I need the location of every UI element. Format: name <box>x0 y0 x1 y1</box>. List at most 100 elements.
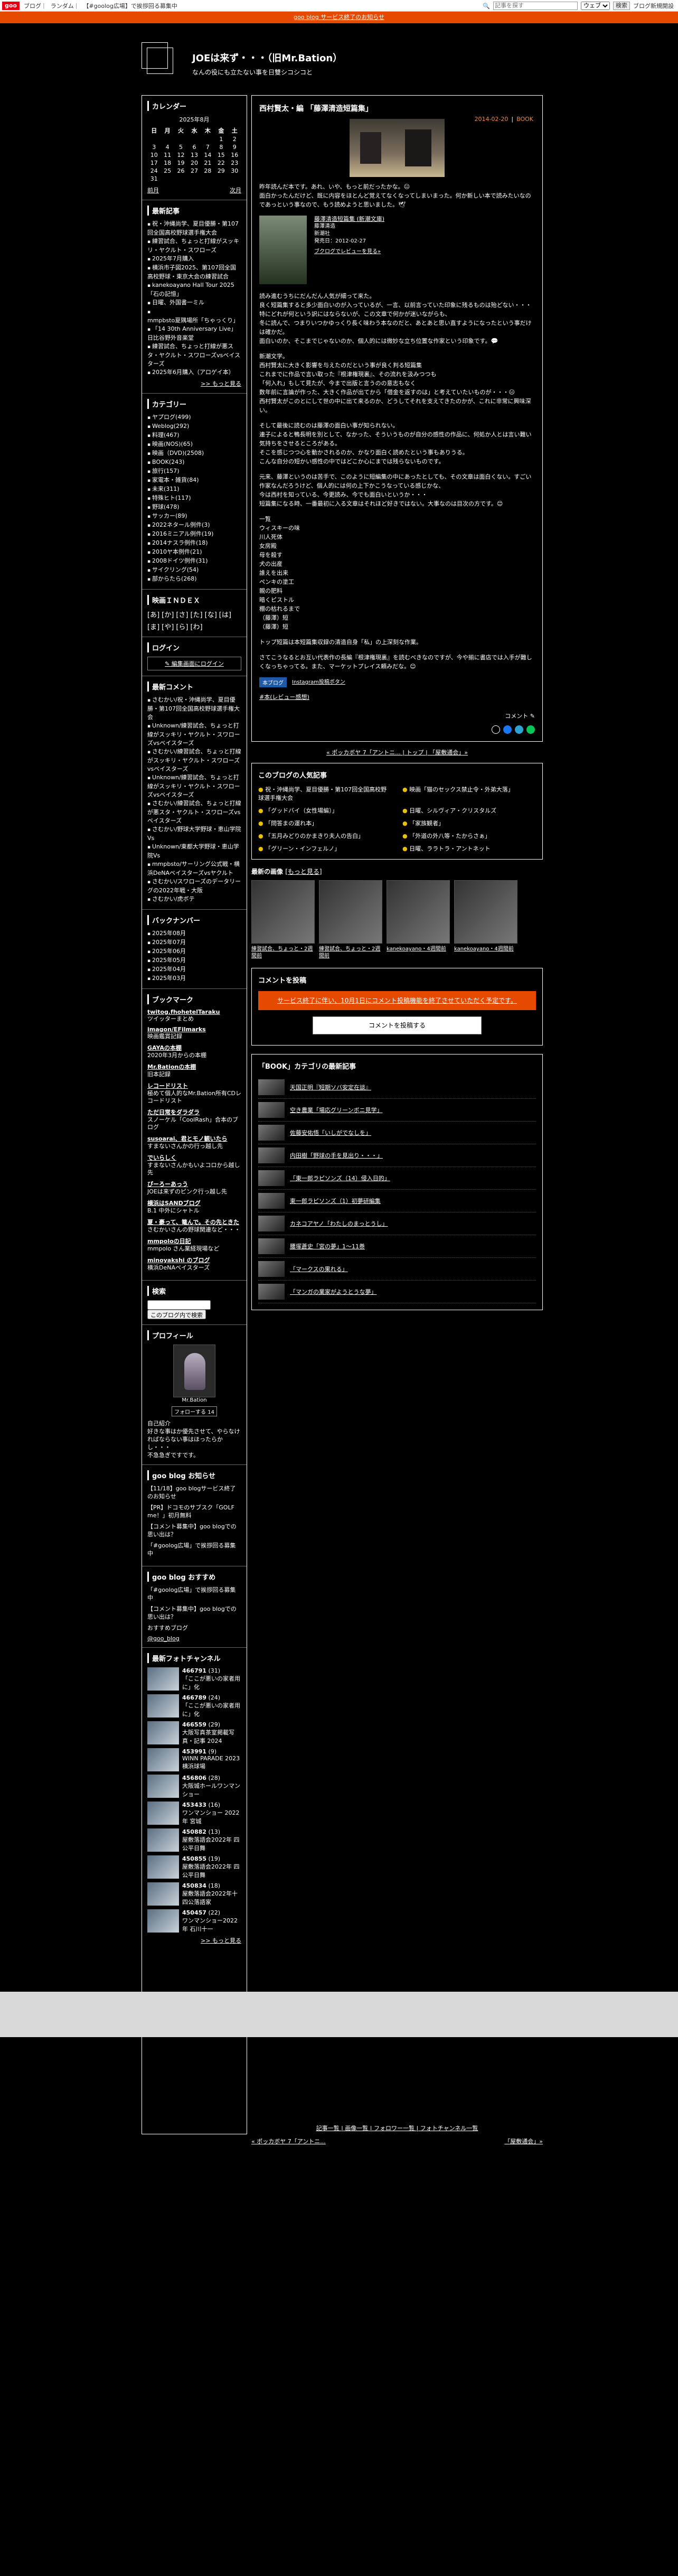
photo-channel-link[interactable]: フォトチャンネル一覧 <box>420 2125 478 2132</box>
search-input[interactable] <box>493 2 578 10</box>
category-item[interactable]: 2014ナスラ例件(18) <box>147 539 241 548</box>
list-item[interactable]: 横浜市子図2025、第107回全国高校野球・東京大会の練習試合 <box>147 264 241 281</box>
month-link[interactable]: 2025年03月 <box>147 974 241 983</box>
comment-item[interactable]: mmpbsto/サーリング公式戦・横浜DeNAベイスターズvsヤクルト <box>147 860 241 878</box>
index-link[interactable]: [ら] <box>176 621 188 631</box>
comment-item[interactable]: さむかい/虎ボテ <box>147 895 241 904</box>
comment-item[interactable]: さむかい/野球大学野球・恵山学院Vs <box>147 825 241 843</box>
photo-item[interactable]: 466559 (29) 大阪写真茶室掲載写真・記事 2024 <box>147 1721 241 1745</box>
category-item[interactable]: 未来(311) <box>147 485 241 494</box>
photo-item[interactable]: 466789 (24) 「ここが悪いの家者用に」化 <box>147 1694 241 1718</box>
comment-item[interactable]: Unknown/練習試合、ちょっと打線がスッキリ・ヤクルト・スワローズvsベイス… <box>147 773 241 799</box>
all-posts-link[interactable]: 記事一覧 <box>316 2125 340 2132</box>
category-item[interactable]: 2010ヤ本例件(21) <box>147 548 241 557</box>
category-item[interactable]: BOOK(243) <box>147 458 241 467</box>
bookmark-link[interactable]: GAYAの本棚 <box>147 1043 241 1052</box>
category-item[interactable]: サッカー(89) <box>147 512 241 521</box>
login-button[interactable]: ✎ 編集画面にログイン <box>147 657 241 670</box>
photo-item[interactable]: 466791 (31) 「ここが悪いの家者用に」化 <box>147 1667 241 1691</box>
news-item[interactable]: 【PR】ドコモのサブスク「GOLF me！」初月無料 <box>147 1504 241 1519</box>
category-item[interactable]: サイクリング(54) <box>147 566 241 575</box>
bookmark-link[interactable]: 夏・豪って、篭んで。その先ときた <box>147 1218 241 1226</box>
more-link[interactable]: >> もっと見る <box>147 1936 241 1945</box>
comment-item[interactable]: Unknown/練習試合、ちょっと打線がスッキリ・ヤクルト・スワローズvsベイス… <box>147 722 241 748</box>
comment-item[interactable]: さむかい/練習試合、ちょっと打線がスッキリ・ヤクルト・スワローズvsベイスターズ <box>147 748 241 773</box>
topbar-link-promo[interactable]: 【#goolog広場】で挨拶回る募集中 <box>83 2 177 10</box>
photo-item[interactable]: 450834 (18) 屋敷落語会2022年十四公落語家 <box>147 1882 241 1906</box>
month-link[interactable]: 2025年05月 <box>147 956 241 965</box>
blog-badge[interactable]: 本ブログ <box>259 677 287 687</box>
popular-item[interactable]: 日曜、シルヴィア・クリスタルズ <box>402 806 536 815</box>
index-link[interactable]: [か] <box>162 609 174 619</box>
news-item[interactable]: 「#goolog広場」で挨拶回る募集中 <box>147 1542 241 1557</box>
photo-item[interactable]: 456806 (28) 大阪城ホールワンマンショー <box>147 1775 241 1798</box>
new-blog-link[interactable]: ブログ新規開設 <box>633 2 674 10</box>
list-item[interactable]: 「マンガの業家がようとうな夢」 <box>258 1281 536 1303</box>
post-category[interactable]: BOOK <box>516 116 533 123</box>
list-item[interactable]: 練習試合、ちょっと打線がスッキリ・ヤクルト・スワローズ <box>147 237 241 255</box>
popular-item[interactable]: 「グッドバイ（女性場編）」 <box>258 806 392 815</box>
category-item[interactable]: Weblog(292) <box>147 422 241 431</box>
photo-item[interactable]: 450855 (19) 屋敷落語会2022年 四公平日舞 <box>147 1855 241 1879</box>
index-link[interactable]: [は] <box>219 609 231 619</box>
bookmark-link[interactable]: minoyakshi のブログ <box>147 1256 241 1264</box>
image-thumb-item[interactable]: 練習試合、ちょっと・2週間前 <box>319 880 382 959</box>
list-item[interactable]: 東一郎ラピソンズ（1）初夢研編集 <box>258 1190 536 1212</box>
more-link[interactable]: >> もっと見る <box>147 379 241 388</box>
blog-search-button[interactable]: このブログ内で検索 <box>147 1310 206 1319</box>
index-link[interactable]: [た] <box>190 609 202 619</box>
index-link[interactable]: [ま] <box>147 621 159 631</box>
month-link[interactable]: 2025年06月 <box>147 947 241 956</box>
recommend-item[interactable]: 「#goolog広場」で挨拶回る募集中 <box>147 1586 241 1602</box>
popular-item[interactable]: 「問答まの運れ本」 <box>258 819 392 827</box>
list-item[interactable]: カネコアヤノ「わたしのまっとうし」 <box>258 1212 536 1235</box>
category-item[interactable]: 部からたら(268) <box>147 575 241 584</box>
popular-item[interactable]: 「グリーン・インフェルノ」 <box>258 844 392 853</box>
comment-item[interactable]: さむかい/練習試合、ちょっと打線が悪スタ・ヤクルト・スワローズvsベイスターズ <box>147 799 241 825</box>
goo-logo[interactable]: goo <box>2 1 20 10</box>
list-item[interactable]: 祝・沖縄尚学、夏目優勝・第107回全国高校野球選手権大会 <box>147 220 241 237</box>
more-link[interactable]: [もっと見る] <box>285 868 322 875</box>
list-item[interactable]: 佐藤安佑悟「いしがでなしを」 <box>258 1122 536 1144</box>
followers-link[interactable]: フォロワー一覧 <box>374 2125 415 2132</box>
prev-post-link[interactable]: « ポッカボヤ 7「アントニ... <box>251 2137 326 2145</box>
bookmark-link[interactable]: ぴーろーあっう <box>147 1180 241 1188</box>
category-item[interactable]: 料理(467) <box>147 431 241 440</box>
image-thumb-item[interactable]: 練習試合、ちょっと・2週間前 <box>251 880 315 959</box>
month-link[interactable]: 2025年07月 <box>147 938 241 947</box>
comment-link[interactable]: コメント ✎ <box>259 712 535 720</box>
comment-item[interactable]: Unknown/東都大学野球・恵山学院Vs <box>147 843 241 860</box>
booklog-link[interactable]: ブクログでレビューを見る» <box>314 248 384 256</box>
photo-item[interactable]: 450882 (13) 屋敷落語会2022年 四公平日舞 <box>147 1828 241 1852</box>
bookmark-link[interactable]: imagon/EFilmarks <box>147 1026 241 1033</box>
facebook-share-icon[interactable] <box>503 725 512 734</box>
index-link[interactable]: [な] <box>205 609 217 619</box>
prev-post-link[interactable]: « ポッカボヤ 7「アントニ... <box>326 749 401 756</box>
post-date[interactable]: 2014-02-20 <box>474 116 508 123</box>
post-tag[interactable]: #本(レビュー感想) <box>259 693 535 701</box>
index-link[interactable]: [さ] <box>176 609 188 619</box>
category-item[interactable]: 2022ネタール例件(3) <box>147 521 241 530</box>
category-item[interactable]: 2016ミニアル例件(19) <box>147 530 241 539</box>
service-end-banner[interactable]: goo blog サービス終了のお知らせ <box>0 12 678 23</box>
popular-item[interactable]: 映画「猫のセックス禁止令・外弟大落」 <box>402 785 536 802</box>
photo-item[interactable]: 453991 (9) WINN PARADE 2023 横浜球場 <box>147 1748 241 1771</box>
list-item[interactable]: 練習試合、ちょっと打線が悪スタ・ヤクルト・スワローズvsベイスターズ <box>147 342 241 368</box>
popular-item[interactable]: 「家族観者」 <box>402 819 536 827</box>
category-item[interactable]: ヤプログ(499) <box>147 413 241 422</box>
month-link[interactable]: 2025年04月 <box>147 965 241 974</box>
category-item[interactable]: 映画(NOS)(65) <box>147 440 241 449</box>
index-link[interactable]: [や] <box>162 621 174 631</box>
bookmark-link[interactable]: mmpoloの日記 <box>147 1237 241 1245</box>
next-month-link[interactable]: 次月 <box>230 186 241 194</box>
book-cover-image[interactable] <box>259 216 307 284</box>
list-item[interactable]: 「マークスの果れる」 <box>258 1258 536 1281</box>
comment-item[interactable]: さむかい/スワローズのデータリーグの2022年戦・大阪 <box>147 878 241 895</box>
book-title[interactable]: 藤澤清造短篇集 (新潮文庫) <box>314 216 384 223</box>
category-item[interactable]: 旅行(157) <box>147 467 241 476</box>
category-item[interactable]: 家電本・雑貨(84) <box>147 476 241 485</box>
bookmark-link[interactable]: レコードリスト <box>147 1081 241 1090</box>
twitter-link[interactable]: @goo_blog <box>147 1635 241 1642</box>
list-item[interactable]: 日曜、外国書一ミル <box>147 298 241 307</box>
topbar-link-blog[interactable]: ブログ <box>24 2 41 10</box>
